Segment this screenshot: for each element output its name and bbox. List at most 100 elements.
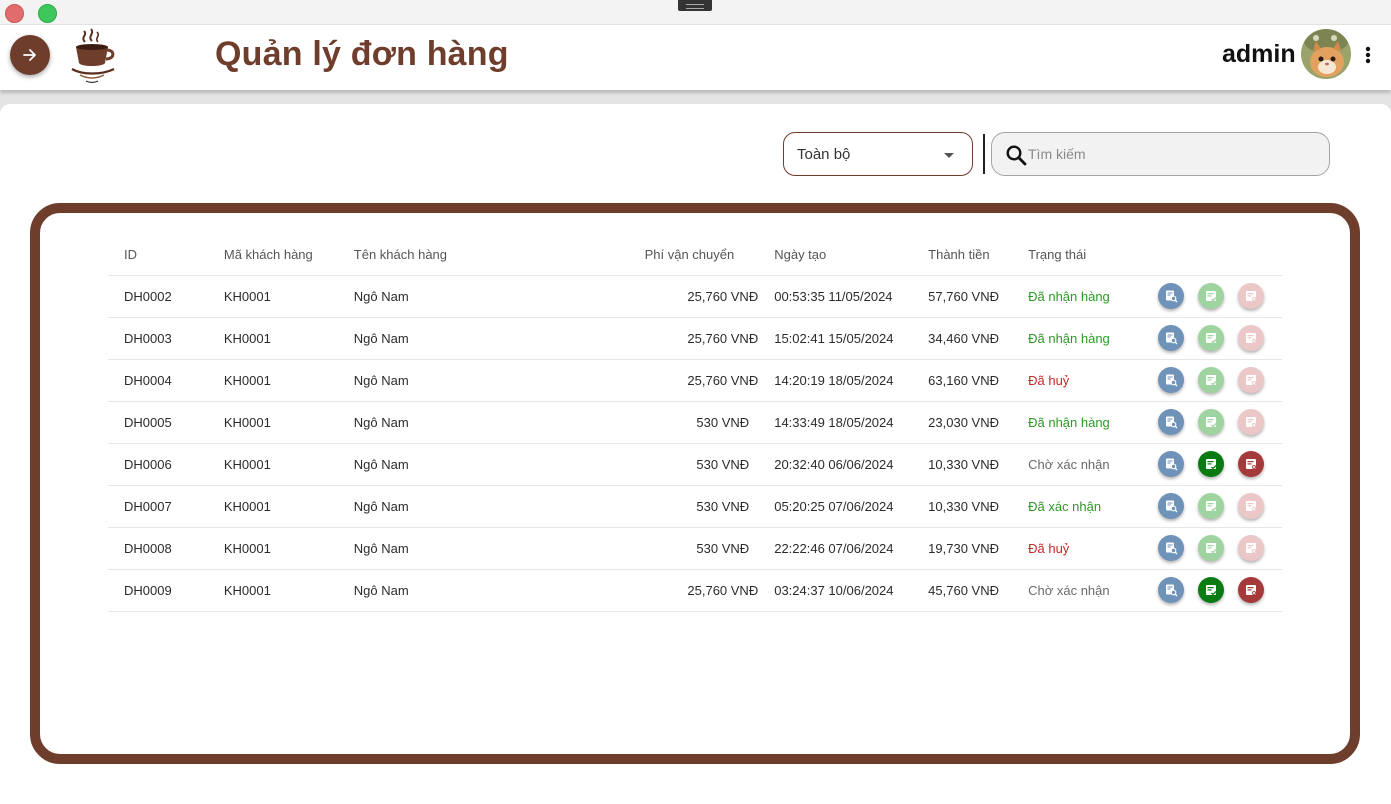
- window-maximize-button[interactable]: [38, 4, 57, 23]
- table-row[interactable]: DH0003 KH0001 Ngô Nam 25,760 VNĐ 15:02:41 15…: [108, 317, 1282, 360]
- customer-name-cell: Ngô Nam: [337, 569, 568, 612]
- status-cell: Chờ xác nhận: [1012, 443, 1142, 486]
- customer-id-cell: KH0001: [207, 275, 338, 318]
- cancel-order-button[interactable]: [1238, 577, 1264, 603]
- receipt-check-icon: [1206, 291, 1217, 302]
- receipt-search-icon: [1166, 374, 1178, 387]
- confirm-order-button[interactable]: [1198, 325, 1224, 351]
- more-menu-button[interactable]: [1360, 43, 1376, 67]
- toolbar-divider: [983, 134, 985, 174]
- cancel-order-button[interactable]: [1238, 325, 1264, 351]
- receipt-cancel-icon: [1246, 501, 1256, 511]
- view-order-button[interactable]: [1158, 325, 1184, 351]
- table-row[interactable]: DH0006 KH0001 Ngô Nam 530 VNĐ 20:32:40 06/06…: [108, 443, 1282, 486]
- receipt-cancel-icon: [1246, 375, 1256, 385]
- created-date-cell: 14:33:49 18/05/2024: [758, 401, 913, 444]
- view-order-button[interactable]: [1158, 535, 1184, 561]
- cancel-order-button[interactable]: [1238, 451, 1264, 477]
- total-cell: 19,730 VNĐ: [912, 527, 1013, 570]
- confirm-order-button[interactable]: [1198, 493, 1224, 519]
- column-header-id[interactable]: ID: [108, 235, 208, 276]
- total-cell: 10,330 VNĐ: [912, 443, 1013, 486]
- view-order-button[interactable]: [1158, 451, 1184, 477]
- order-id-cell: DH0005: [108, 401, 208, 444]
- shipping-fee-cell: 530 VNĐ: [567, 443, 759, 486]
- window-close-button[interactable]: [5, 4, 24, 23]
- column-header-customer-id[interactable]: Mã khách hàng: [207, 235, 338, 276]
- cancel-order-button[interactable]: [1238, 409, 1264, 435]
- customer-id-cell: KH0001: [207, 485, 338, 528]
- confirm-order-button[interactable]: [1198, 283, 1224, 309]
- order-id-cell: DH0009: [108, 569, 208, 612]
- row-actions: [1142, 317, 1282, 360]
- receipt-search-icon: [1166, 584, 1178, 597]
- customer-name-cell: Ngô Nam: [337, 485, 568, 528]
- row-actions: [1142, 527, 1282, 570]
- view-order-button[interactable]: [1158, 493, 1184, 519]
- receipt-search-icon: [1166, 416, 1178, 429]
- window-drag-handle[interactable]: [678, 0, 712, 11]
- receipt-cancel-icon: [1246, 585, 1256, 595]
- created-date-cell: 15:02:41 15/05/2024: [758, 317, 913, 360]
- customer-id-cell: KH0001: [207, 401, 338, 444]
- nav-toggle-button[interactable]: [10, 35, 50, 75]
- cancel-order-button[interactable]: [1238, 493, 1264, 519]
- table-row[interactable]: DH0005 KH0001 Ngô Nam 530 VNĐ 14:33:49 18/05…: [108, 401, 1282, 444]
- cancel-order-button[interactable]: [1238, 367, 1264, 393]
- customer-id-cell: KH0001: [207, 359, 338, 402]
- customer-name-cell: Ngô Nam: [337, 443, 568, 486]
- view-order-button[interactable]: [1158, 367, 1184, 393]
- column-header-created-date[interactable]: Ngày tạo: [758, 235, 913, 276]
- receipt-cancel-icon: [1246, 459, 1256, 469]
- view-order-button[interactable]: [1158, 283, 1184, 309]
- table-row[interactable]: DH0002 KH0001 Ngô Nam 25,760 VNĐ 00:53:35 11…: [108, 275, 1282, 318]
- search-icon: [1006, 145, 1027, 166]
- view-order-button[interactable]: [1158, 577, 1184, 603]
- shipping-fee-cell: 25,760 VNĐ: [567, 359, 759, 402]
- row-actions: [1142, 569, 1282, 612]
- column-header-shipping-fee[interactable]: Phí vận chuyển: [567, 235, 759, 276]
- receipt-check-icon: [1206, 375, 1217, 386]
- coffee-logo-icon: [71, 28, 115, 84]
- row-actions: [1142, 401, 1282, 444]
- table-row[interactable]: DH0004 KH0001 Ngô Nam 25,760 VNĐ 14:20:19 18…: [108, 359, 1282, 402]
- table-row[interactable]: DH0009 KH0001 Ngô Nam 25,760 VNĐ 03:24:37 10…: [108, 569, 1282, 612]
- status-cell: Chờ xác nhận: [1012, 569, 1142, 612]
- confirm-order-button[interactable]: [1198, 535, 1224, 561]
- receipt-cancel-icon: [1246, 543, 1256, 553]
- status-filter-value: Toàn bộ: [797, 146, 851, 163]
- shipping-fee-cell: 530 VNĐ: [567, 485, 759, 528]
- status-cell: Đã huỷ: [1012, 527, 1142, 570]
- status-cell: Đã nhận hàng: [1012, 401, 1142, 444]
- search-box: [991, 132, 1330, 176]
- page-title: Quản lý đơn hàng: [215, 35, 509, 73]
- table-header-row: ID Mã khách hàng Tên khách hàng Phí vận …: [108, 235, 1282, 276]
- customer-name-cell: Ngô Nam: [337, 401, 568, 444]
- column-header-total[interactable]: Thành tiền: [912, 235, 1013, 276]
- view-order-button[interactable]: [1158, 409, 1184, 435]
- order-id-cell: DH0004: [108, 359, 208, 402]
- receipt-search-icon: [1166, 542, 1178, 555]
- receipt-search-icon: [1166, 332, 1178, 345]
- status-cell: Đã nhận hàng: [1012, 275, 1142, 318]
- cancel-order-button[interactable]: [1238, 535, 1264, 561]
- table-row[interactable]: DH0008 KH0001 Ngô Nam 530 VNĐ 22:22:46 07/06…: [108, 527, 1282, 570]
- status-filter-select[interactable]: Toàn bộ: [783, 132, 973, 176]
- table-row[interactable]: DH0007 KH0001 Ngô Nam 530 VNĐ 05:20:25 07/06…: [108, 485, 1282, 528]
- column-header-customer-name[interactable]: Tên khách hàng: [337, 235, 568, 276]
- customer-name-cell: Ngô Nam: [337, 275, 568, 318]
- avatar[interactable]: [1301, 29, 1351, 79]
- confirm-order-button[interactable]: [1198, 367, 1224, 393]
- confirm-order-button[interactable]: [1198, 409, 1224, 435]
- receipt-cancel-icon: [1246, 417, 1256, 427]
- total-cell: 34,460 VNĐ: [912, 317, 1013, 360]
- confirm-order-button[interactable]: [1198, 577, 1224, 603]
- receipt-search-icon: [1166, 500, 1178, 513]
- column-header-status[interactable]: Trạng thái: [1012, 235, 1142, 276]
- created-date-cell: 03:24:37 10/06/2024: [758, 569, 913, 612]
- cancel-order-button[interactable]: [1238, 283, 1264, 309]
- status-cell: Đã xác nhận: [1012, 485, 1142, 528]
- confirm-order-button[interactable]: [1198, 451, 1224, 477]
- user-avatar-image: [1301, 29, 1351, 79]
- search-input[interactable]: [1028, 142, 1318, 166]
